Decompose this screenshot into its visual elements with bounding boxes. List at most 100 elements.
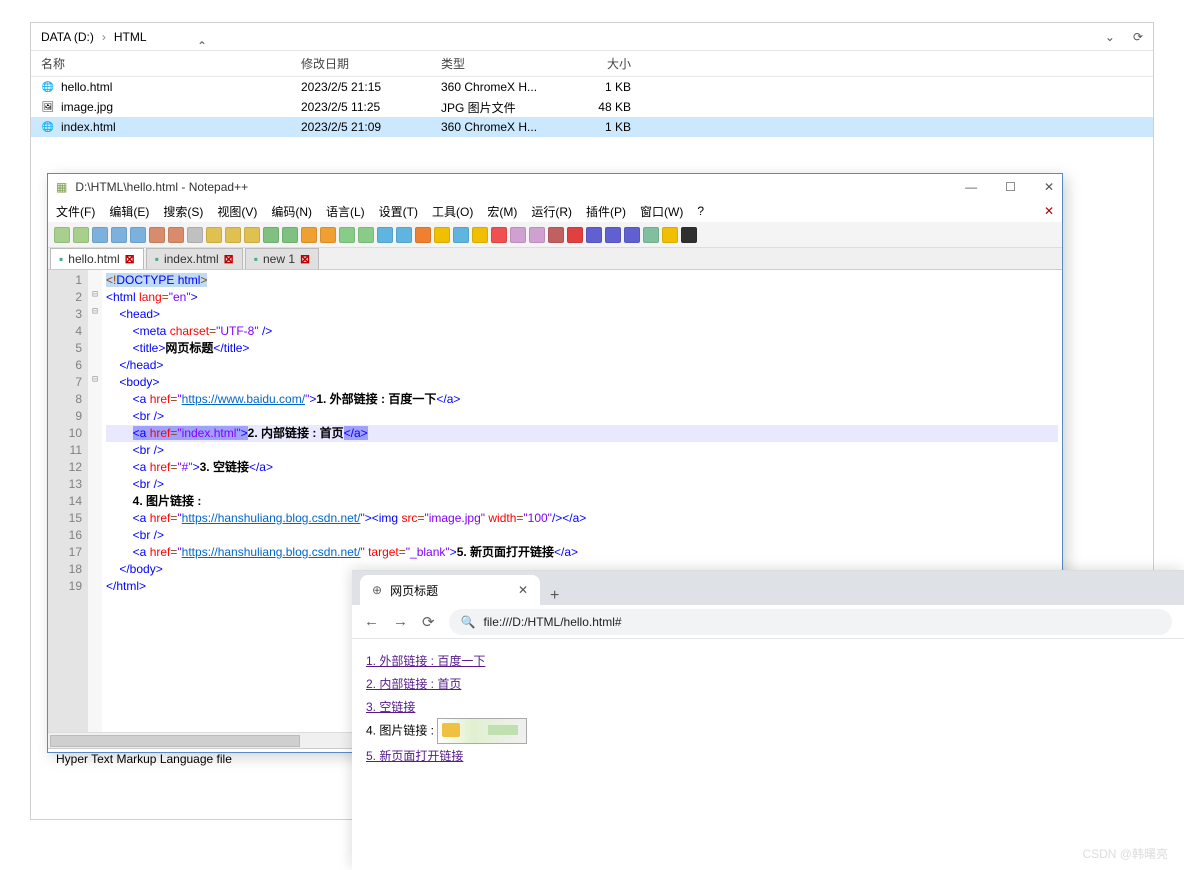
tab-close-icon[interactable]: ⊠: [125, 252, 135, 266]
breadcrumb-segment[interactable]: HTML: [114, 30, 147, 44]
menu-item[interactable]: 设置(T): [379, 203, 418, 220]
fold-marker[interactable]: [88, 425, 102, 442]
toolbar-button[interactable]: [263, 227, 279, 243]
tab-close-icon[interactable]: ✕: [518, 583, 528, 597]
browser-tab[interactable]: ⊕ 网页标题 ✕: [360, 575, 540, 605]
toolbar-button[interactable]: [377, 227, 393, 243]
fold-marker[interactable]: [88, 408, 102, 425]
toolbar-button[interactable]: [73, 227, 89, 243]
minimize-icon[interactable]: —: [965, 180, 977, 194]
toolbar-button[interactable]: [643, 227, 659, 243]
toolbar-button[interactable]: [548, 227, 564, 243]
link-newpage[interactable]: 5. 新页面打开链接: [366, 749, 463, 763]
toolbar-button[interactable]: [510, 227, 526, 243]
menu-item[interactable]: 编辑(E): [109, 203, 149, 220]
file-row[interactable]: 🌐hello.html2023/2/5 21:15360 ChromeX H..…: [31, 77, 1153, 97]
menu-item[interactable]: 编码(N): [271, 203, 312, 220]
refresh-icon[interactable]: ⟳: [1133, 30, 1143, 44]
col-name[interactable]: 名称: [41, 55, 301, 72]
tab-close-icon[interactable]: ⊠: [300, 252, 310, 266]
scroll-thumb[interactable]: [50, 735, 300, 747]
toolbar-button[interactable]: [605, 227, 621, 243]
fold-marker[interactable]: [88, 476, 102, 493]
toolbar-button[interactable]: [491, 227, 507, 243]
editor-tab[interactable]: ▪hello.html⊠: [50, 248, 144, 269]
fold-marker[interactable]: [88, 544, 102, 561]
close-icon[interactable]: ✕: [1044, 180, 1054, 194]
maximize-icon[interactable]: ☐: [1005, 180, 1016, 194]
col-size[interactable]: 大小: [571, 55, 631, 72]
file-row[interactable]: 🖼image.jpg2023/2/5 11:25JPG 图片文件48 KB: [31, 97, 1153, 117]
toolbar-button[interactable]: [244, 227, 260, 243]
menu-item[interactable]: 窗口(W): [640, 203, 683, 220]
editor-tabs[interactable]: ▪hello.html⊠▪index.html⊠▪new 1⊠: [48, 248, 1062, 270]
fold-marker[interactable]: ⊟: [88, 374, 102, 391]
toolbar-button[interactable]: [92, 227, 108, 243]
toolbar[interactable]: [48, 222, 1062, 248]
toolbar-button[interactable]: [168, 227, 184, 243]
reload-icon[interactable]: ⟳: [422, 613, 435, 631]
toolbar-button[interactable]: [149, 227, 165, 243]
toolbar-button[interactable]: [567, 227, 583, 243]
menu-item[interactable]: 插件(P): [586, 203, 626, 220]
toolbar-button[interactable]: [415, 227, 431, 243]
editor-tab[interactable]: ▪new 1⊠: [245, 248, 319, 269]
menu-item[interactable]: 搜索(S): [163, 203, 203, 220]
fold-marker[interactable]: [88, 527, 102, 544]
toolbar-button[interactable]: [206, 227, 222, 243]
menu-item[interactable]: ?: [697, 204, 704, 218]
breadcrumb-segment[interactable]: DATA (D:): [41, 30, 94, 44]
fold-gutter[interactable]: ⊟⊟⊟: [88, 270, 102, 732]
toolbar-button[interactable]: [453, 227, 469, 243]
back-icon[interactable]: ←: [364, 613, 379, 630]
toolbar-button[interactable]: [320, 227, 336, 243]
menu-item[interactable]: 视图(V): [217, 203, 257, 220]
url-text[interactable]: file:///D:/HTML/hello.html#: [484, 615, 622, 629]
tab-close-icon[interactable]: ⊠: [224, 252, 234, 266]
toolbar-button[interactable]: [54, 227, 70, 243]
close-tabs-icon[interactable]: ✕: [1044, 204, 1054, 218]
fold-marker[interactable]: [88, 340, 102, 357]
fold-marker[interactable]: [88, 578, 102, 595]
menu-item[interactable]: 工具(O): [432, 203, 473, 220]
titlebar[interactable]: ▦ D:\HTML\hello.html - Notepad++ — ☐ ✕: [48, 174, 1062, 200]
column-headers[interactable]: 名称 修改日期 类型 大小: [31, 51, 1153, 77]
editor-tab[interactable]: ▪index.html⊠: [146, 248, 243, 269]
toolbar-button[interactable]: [472, 227, 488, 243]
browser-tabstrip[interactable]: ⊕ 网页标题 ✕ +: [352, 571, 1184, 605]
fold-marker[interactable]: [88, 357, 102, 374]
toolbar-button[interactable]: [111, 227, 127, 243]
col-type[interactable]: 类型: [441, 55, 571, 72]
toolbar-button[interactable]: [130, 227, 146, 243]
image-link[interactable]: [437, 718, 527, 744]
toolbar-button[interactable]: [396, 227, 412, 243]
fold-marker[interactable]: [88, 510, 102, 527]
menubar[interactable]: 文件(F)编辑(E)搜索(S)视图(V)编码(N)语言(L)设置(T)工具(O)…: [48, 200, 1062, 222]
fold-marker[interactable]: [88, 459, 102, 476]
forward-icon[interactable]: →: [393, 613, 408, 630]
fold-marker[interactable]: [88, 272, 102, 289]
toolbar-button[interactable]: [301, 227, 317, 243]
col-date[interactable]: 修改日期: [301, 55, 441, 72]
fold-marker[interactable]: [88, 493, 102, 510]
file-row[interactable]: 🌐index.html2023/2/5 21:09360 ChromeX H..…: [31, 117, 1153, 137]
toolbar-button[interactable]: [434, 227, 450, 243]
toolbar-button[interactable]: [662, 227, 678, 243]
address-bar[interactable]: 🔍 file:///D:/HTML/hello.html#: [449, 609, 1172, 635]
toolbar-button[interactable]: [624, 227, 640, 243]
fold-marker[interactable]: [88, 391, 102, 408]
toolbar-button[interactable]: [586, 227, 602, 243]
menu-item[interactable]: 宏(M): [487, 203, 517, 220]
toolbar-button[interactable]: [358, 227, 374, 243]
fold-marker[interactable]: [88, 561, 102, 578]
fold-marker[interactable]: [88, 442, 102, 459]
new-tab-icon[interactable]: +: [550, 587, 559, 605]
toolbar-button[interactable]: [681, 227, 697, 243]
fold-marker[interactable]: [88, 323, 102, 340]
toolbar-button[interactable]: [187, 227, 203, 243]
link-empty[interactable]: 3. 空链接: [366, 700, 415, 714]
toolbar-button[interactable]: [225, 227, 241, 243]
fold-marker[interactable]: ⊟: [88, 289, 102, 306]
link-external[interactable]: 1. 外部链接 : 百度一下: [366, 654, 485, 668]
fold-marker[interactable]: ⊟: [88, 306, 102, 323]
